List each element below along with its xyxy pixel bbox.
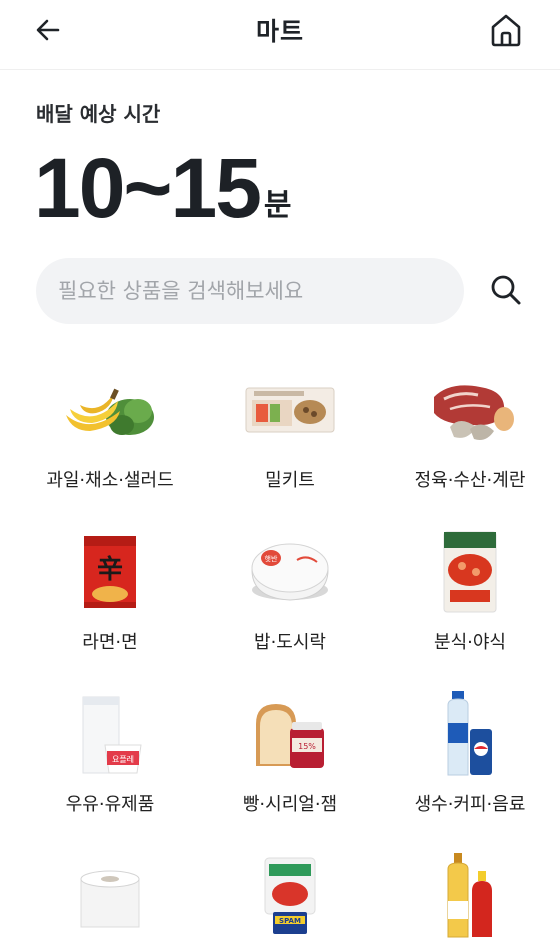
search-bar[interactable] <box>36 258 464 324</box>
search-icon <box>491 275 521 305</box>
category-meat-seafood-egg[interactable]: 정육·수산·계란 <box>380 360 560 510</box>
milk-dairy-icon: 요플레 <box>60 684 160 784</box>
page-title: 마트 <box>255 17 304 46</box>
category-label: 생수·커피·음료 <box>414 794 526 815</box>
svg-text:SPAM: SPAM <box>279 917 301 925</box>
kimchi-spam-icon: SPAM <box>240 846 340 946</box>
fruit-vegetable-icon <box>60 360 160 460</box>
delivery-eta: 10~15 분 <box>34 140 292 230</box>
category-label: 라면·면 <box>82 632 138 653</box>
toilet-paper-icon <box>60 846 160 946</box>
delivery-eta-unit: 분 <box>263 188 292 223</box>
svg-text:햇반: 햇반 <box>265 554 278 563</box>
search-button[interactable] <box>486 270 526 310</box>
category-household[interactable] <box>20 846 200 952</box>
category-bread-cereal-jam[interactable]: 15% 빵·시리얼·잼 <box>200 684 380 834</box>
oil-sauce-icon <box>420 846 520 946</box>
svg-text:15%: 15% <box>298 742 316 751</box>
category-meal-kit[interactable]: 밀키트 <box>200 360 380 510</box>
category-label: 과일·채소·샐러드 <box>46 470 174 491</box>
category-label: 밀키트 <box>265 470 315 491</box>
category-rice-lunchbox[interactable]: 햇반 밥·도시락 <box>200 522 380 672</box>
snack-food-icon <box>420 522 520 622</box>
home-button[interactable] <box>486 10 526 50</box>
category-label: 밥·도시락 <box>254 632 326 653</box>
category-label: 분식·야식 <box>434 632 506 653</box>
home-icon <box>491 14 521 47</box>
bread-jam-icon: 15% <box>240 684 340 784</box>
category-water-coffee-drink[interactable]: 생수·커피·음료 <box>380 684 560 834</box>
water-drink-icon <box>420 684 520 784</box>
category-label: 정육·수산·계란 <box>414 470 526 491</box>
category-fruit-vegetable-salad[interactable]: 과일·채소·샐러드 <box>20 360 200 510</box>
ramen-icon: 辛 <box>60 522 160 622</box>
delivery-eta-label: 배달 예상 시간 <box>36 102 161 126</box>
meat-seafood-egg-icon <box>420 360 520 460</box>
meal-kit-icon <box>240 360 340 460</box>
search-input[interactable] <box>58 279 464 303</box>
rice-bowl-icon: 햇반 <box>240 522 340 622</box>
category-label: 우유·유제품 <box>65 794 155 815</box>
category-oil-sauce[interactable] <box>380 846 560 952</box>
category-processed-food[interactable]: SPAM <box>200 846 380 952</box>
category-label: 빵·시리얼·잼 <box>242 794 338 815</box>
category-milk-dairy[interactable]: 요플레 우유·유제품 <box>20 684 200 834</box>
svg-text:요플레: 요플레 <box>112 755 134 764</box>
category-snack-latenight[interactable]: 분식·야식 <box>380 522 560 672</box>
category-ramen-noodle[interactable]: 辛 라면·면 <box>20 522 200 672</box>
top-bar: 마트 <box>0 0 560 70</box>
delivery-eta-value: 10~15 <box>34 141 262 235</box>
svg-text:辛: 辛 <box>97 554 123 585</box>
